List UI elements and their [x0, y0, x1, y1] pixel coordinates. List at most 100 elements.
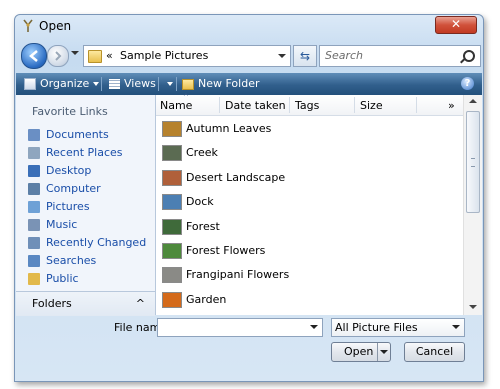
sidebar-item-documents[interactable]: Documents [28, 127, 109, 143]
window-title: Open [39, 19, 72, 33]
back-arrow-icon [29, 50, 38, 62]
cancel-button[interactable]: Cancel [404, 342, 465, 362]
organize-button[interactable]: Organize [24, 76, 100, 92]
column-divider[interactable] [416, 97, 417, 113]
file-type-value: All Picture Files [335, 321, 418, 334]
back-button[interactable] [21, 43, 47, 69]
column-divider[interactable] [354, 97, 355, 113]
file-row[interactable]: Creek [160, 141, 450, 165]
sidebar-item-public[interactable]: Public [28, 271, 79, 287]
image-thumbnail-icon [162, 145, 182, 161]
sidebar-item-searches[interactable]: Searches [28, 253, 96, 269]
search-icon[interactable] [463, 50, 475, 62]
file-name: Creek [186, 146, 218, 159]
file-row[interactable]: Autumn Leaves [160, 117, 450, 141]
sidebar-item-label: Desktop [46, 164, 92, 177]
computer-icon [28, 183, 40, 195]
scroll-up-arrow-icon[interactable] [469, 99, 477, 103]
new-folder-button[interactable]: New Folder [182, 76, 259, 92]
column-header-size[interactable]: Size [360, 99, 383, 112]
sidebar-item-pictures[interactable]: Pictures [28, 199, 90, 215]
sidebar-item-label: Recent Places [46, 146, 123, 159]
open-dialog: Open ✕ « Sample Pictures ⇆ Search Organi… [14, 14, 484, 382]
chevron-up-icon[interactable]: ^ [136, 297, 145, 310]
desktop-icon [28, 165, 40, 177]
sidebar-item-recent-places[interactable]: Recent Places [28, 145, 123, 161]
column-divider[interactable] [219, 97, 220, 113]
vertical-scrollbar[interactable] [463, 95, 482, 315]
file-list: Name ^ Date taken Tags Size » Autumn Lea… [156, 93, 463, 315]
title-bar: Open ✕ [15, 15, 483, 37]
close-button[interactable]: ✕ [435, 16, 477, 34]
sidebar-item-label: Public [46, 272, 79, 285]
recently-changed-icon [28, 237, 40, 249]
sort-ascending-icon: ^ [183, 93, 189, 101]
image-thumbnail-icon [162, 121, 182, 137]
sidebar-item-recently-changed[interactable]: Recently Changed [28, 235, 146, 251]
views-icon [109, 79, 120, 89]
file-row[interactable]: Desert Landscape [160, 166, 450, 190]
views-button[interactable]: Views [109, 76, 156, 92]
search-input[interactable]: Search [325, 49, 363, 62]
sidebar-item-label: Documents [46, 128, 109, 141]
scrollbar-thumb[interactable] [466, 111, 480, 213]
sidebar-item-computer[interactable]: Computer [28, 181, 101, 197]
new-folder-label: New Folder [198, 77, 260, 90]
chevron-down-icon [452, 325, 460, 329]
file-type-filter[interactable]: All Picture Files [331, 318, 465, 337]
documents-icon [28, 129, 40, 141]
open-dropdown-button[interactable] [377, 343, 390, 361]
file-row[interactable]: Dock [160, 190, 450, 214]
chevron-down-icon [93, 82, 100, 86]
grip-icon [471, 158, 475, 167]
column-divider[interactable] [289, 97, 290, 113]
folder-icon [88, 50, 102, 63]
scroll-down-arrow-icon[interactable] [469, 305, 477, 309]
toolbar-divider [101, 77, 102, 91]
folders-toggle[interactable]: Folders ^ [16, 291, 155, 316]
forward-arrow-icon [55, 51, 62, 61]
sidebar-item-label: Recently Changed [46, 236, 147, 249]
public-folder-icon [28, 273, 40, 285]
address-dropdown-icon[interactable] [278, 54, 286, 58]
sidebar-item-desktop[interactable]: Desktop [28, 163, 91, 179]
views-label: Views [124, 77, 156, 90]
chevron-down-icon[interactable] [310, 325, 318, 329]
organize-icon [24, 78, 36, 90]
image-thumbnail-icon [162, 292, 182, 308]
refresh-button[interactable]: ⇆ [293, 45, 317, 67]
command-toolbar: Organize Views New Folder ? [16, 73, 482, 95]
more-columns-button[interactable]: » [448, 99, 455, 112]
column-header-tags[interactable]: Tags [295, 99, 319, 112]
file-row[interactable]: Forest Flowers [160, 239, 450, 263]
file-name: Garden [186, 293, 227, 306]
file-row[interactable]: Frangipani Flowers [160, 263, 450, 287]
recent-pages-dropdown[interactable] [71, 51, 79, 55]
file-name: Desert Landscape [186, 171, 286, 184]
forward-button[interactable] [47, 45, 69, 67]
sidebar-item-music[interactable]: Music [28, 217, 77, 233]
file-name-combobox[interactable] [157, 318, 323, 337]
address-box[interactable]: « Sample Pictures [83, 45, 291, 67]
breadcrumb-overflow[interactable]: « [106, 49, 113, 62]
file-name: Frangipani Flowers [186, 268, 290, 281]
file-row[interactable]: Forest [160, 215, 450, 239]
refresh-icon: ⇆ [299, 49, 311, 63]
file-row[interactable]: Garden [160, 288, 450, 312]
app-icon [22, 19, 34, 33]
open-button-label: Open [344, 345, 374, 358]
pictures-icon [28, 201, 40, 213]
navigation-pane: Favorite Links Documents Recent Places D… [16, 95, 156, 315]
sidebar-item-label: Music [46, 218, 78, 231]
column-header-date-taken[interactable]: Date taken [225, 99, 286, 112]
image-thumbnail-icon [162, 170, 182, 186]
organize-label: Organize [40, 77, 90, 90]
new-folder-icon [182, 78, 194, 90]
breadcrumb-current[interactable]: Sample Pictures [120, 49, 208, 62]
views-dropdown[interactable] [163, 76, 173, 92]
open-button[interactable]: Open [331, 342, 391, 362]
help-icon[interactable]: ? [461, 77, 474, 90]
column-header-row: Name ^ Date taken Tags Size » [156, 93, 463, 116]
favorite-links-heading: Favorite Links [32, 105, 108, 118]
search-box[interactable]: Search [319, 45, 481, 67]
